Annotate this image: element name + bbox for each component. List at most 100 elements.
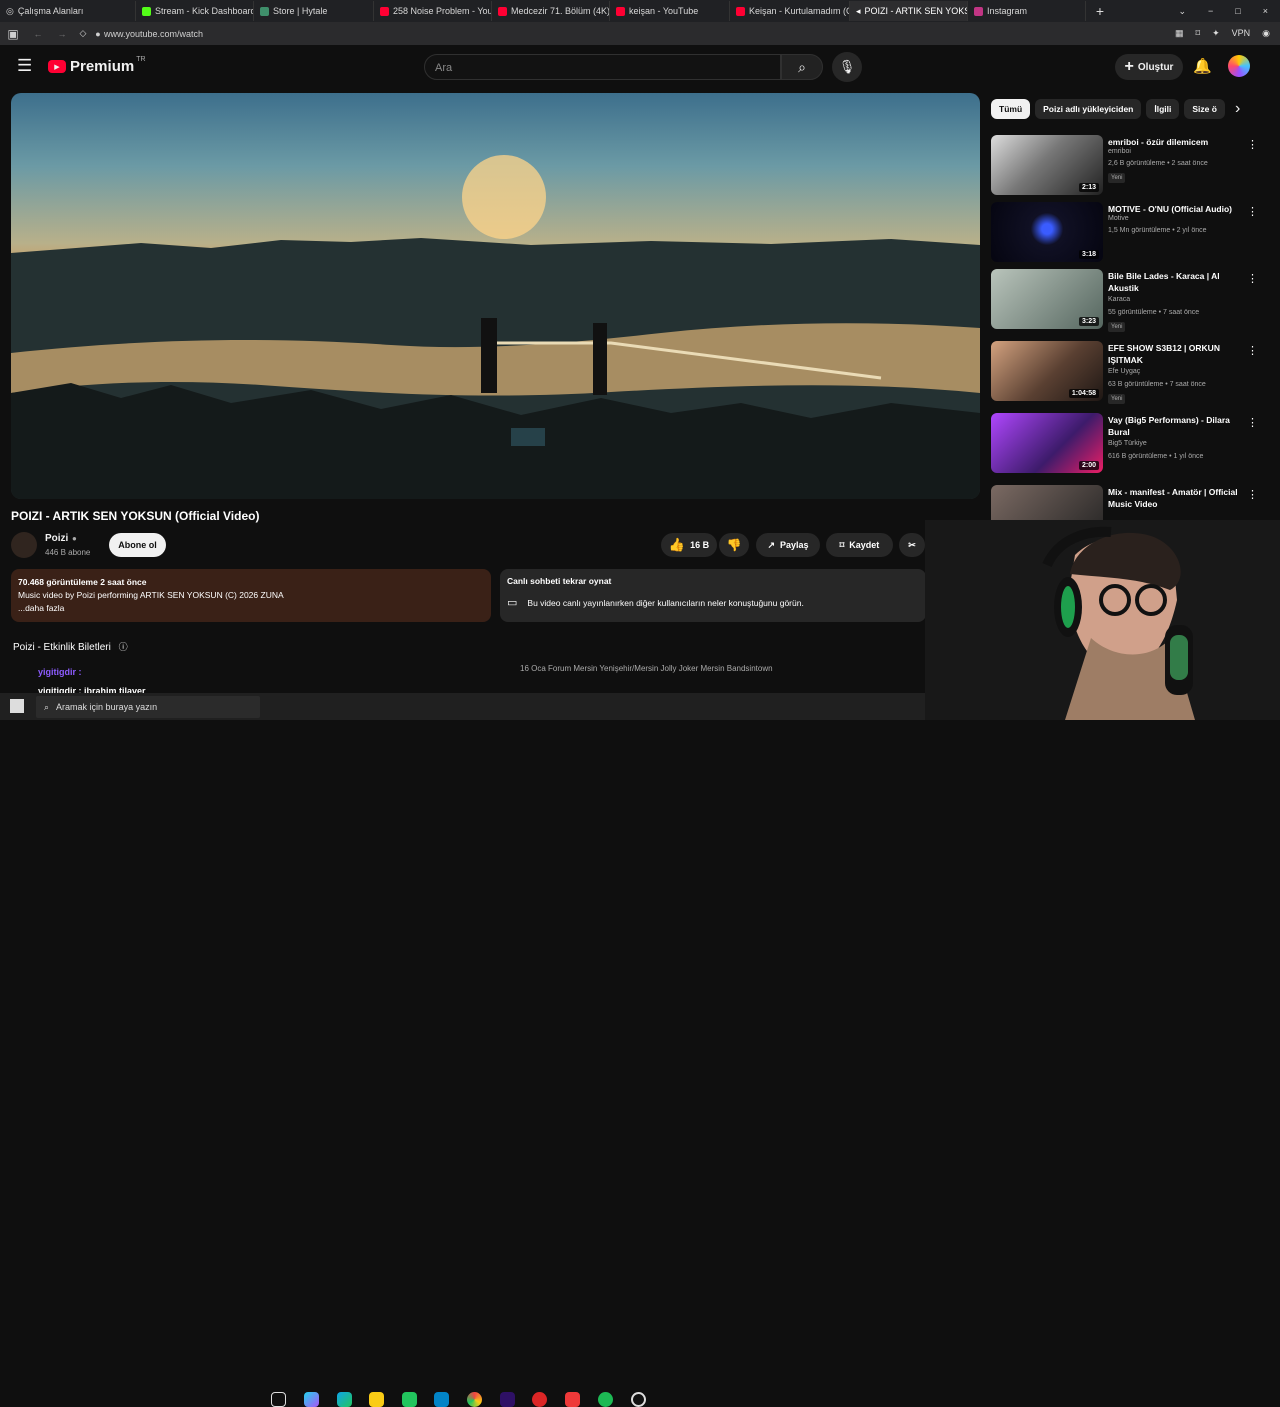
tab-noise[interactable]: 258 Noise Problem - YouTu <box>374 1 492 21</box>
spotify-icon[interactable] <box>598 1392 613 1407</box>
recommendation-item[interactable]: 3:18 MOTIVE - O'NU (Official Audio) Moti… <box>991 202 1261 262</box>
channel-name[interactable]: Motive <box>1108 215 1129 222</box>
outlook-icon[interactable] <box>434 1392 449 1407</box>
live-chat-replay[interactable]: Canlı sohbeti tekrar oynat ▭ Bu video can… <box>500 569 926 622</box>
new-tab-button[interactable]: + <box>1086 3 1114 19</box>
chip-uploader[interactable]: Poizi adlı yükleyiciden <box>1035 98 1142 119</box>
tab-kurtulamadim[interactable]: Keişan - Kurtulamadım (Of <box>730 1 850 21</box>
obs-icon[interactable] <box>631 1392 646 1407</box>
more-vert-icon[interactable]: ⋮ <box>1247 138 1258 151</box>
tab-medcezir[interactable]: Medcezir 71. Bölüm (4K) - <box>492 1 610 21</box>
close-icon[interactable]: × <box>1263 6 1268 17</box>
channel-name[interactable]: Karaca <box>1108 296 1130 303</box>
more-vert-icon[interactable]: ⋮ <box>1247 205 1258 218</box>
tab-stream[interactable]: Stream - Kick Dashboard <box>136 1 254 21</box>
channel-name[interactable]: Poizi <box>45 533 68 544</box>
minimize-icon[interactable]: − <box>1208 6 1213 17</box>
more-vert-icon[interactable]: ⋮ <box>1247 272 1258 285</box>
video-thumbnail[interactable] <box>991 485 1103 523</box>
youtube-icon <box>736 6 745 16</box>
share-button[interactable]: ↗ Paylaş <box>756 533 820 557</box>
show-more[interactable]: ...daha fazla <box>18 602 484 615</box>
channel-name[interactable]: Efe Uygaç <box>1108 368 1140 375</box>
premiere-icon[interactable] <box>500 1392 515 1407</box>
store-icon[interactable] <box>402 1392 417 1407</box>
channel-name[interactable]: emriboi <box>1108 148 1131 155</box>
video-thumbnail[interactable]: 3:18 <box>991 202 1103 262</box>
duration-badge: 1:04:58 <box>1068 389 1099 398</box>
recommendation-item[interactable]: 1:04:58 EFE SHOW S3B12 | ORKUN IŞITMAK E… <box>991 341 1261 404</box>
event-row[interactable]: 16 Oca Forum Mersin Yenişehir/Mersin Jol… <box>520 664 880 673</box>
forward-icon[interactable]: → <box>50 29 74 39</box>
speaker-icon: ◂ <box>856 5 861 16</box>
channel-name[interactable]: Big5 Türkiye <box>1108 440 1147 447</box>
recommendation-item[interactable]: Mix - manifest - Amatör | Official Music… <box>991 485 1261 523</box>
tab-keisan[interactable]: keişan - YouTube <box>610 1 730 21</box>
tab-poizi[interactable]: ◂POIZI - ARTIK SEN YOKSUN <box>850 1 968 21</box>
clip-button[interactable]: ✂ <box>899 533 925 557</box>
site-icon: ◇ <box>79 28 87 38</box>
tab-workspaces[interactable]: ◎ Çalışma Alanları <box>0 1 136 21</box>
start-icon[interactable] <box>10 699 24 713</box>
recommendation-title[interactable]: emriboi - özür dilemicem <box>1108 136 1248 148</box>
chip-all[interactable]: Tümü <box>991 98 1031 119</box>
profile-icon[interactable]: ◉ <box>1262 28 1270 39</box>
search-input[interactable]: Ara <box>424 54 781 80</box>
chevron-right-icon[interactable]: › <box>1235 100 1240 118</box>
chrome-icon[interactable] <box>467 1392 482 1407</box>
maximize-icon[interactable]: □ <box>1235 6 1240 17</box>
notifications-icon[interactable]: 🔔 <box>1193 57 1212 75</box>
opera-icon[interactable] <box>532 1392 547 1407</box>
video-thumbnail[interactable]: 1:04:58 <box>991 341 1103 401</box>
url-field[interactable]: www.youtube.com/watch <box>104 29 1004 39</box>
recommendation-title[interactable]: EFE SHOW S3B12 | ORKUN IŞITMAK <box>1108 342 1248 366</box>
reader-icon[interactable]: ▦ <box>1175 28 1184 39</box>
more-vert-icon[interactable]: ⋮ <box>1247 488 1258 501</box>
dislike-button[interactable]: 👎 <box>719 533 749 557</box>
more-vert-icon[interactable]: ⋮ <box>1247 416 1258 429</box>
sidebar-icon[interactable]: ▣ <box>0 27 26 41</box>
copilot-icon[interactable] <box>304 1392 319 1407</box>
recommendation-title[interactable]: MOTIVE - O'NU (Official Audio) <box>1108 203 1248 215</box>
more-vert-icon[interactable]: ⋮ <box>1247 344 1258 357</box>
scissors-icon: ✂ <box>908 539 916 550</box>
avatar[interactable] <box>1228 55 1250 77</box>
subscribe-button[interactable]: Abone ol <box>109 533 166 557</box>
extension-icon[interactable]: ✦ <box>1212 28 1220 39</box>
youtube-logo[interactable]: ▶ Premium TR <box>48 56 148 75</box>
create-button[interactable]: + Oluştur <box>1115 54 1183 80</box>
recommendation-title[interactable]: Mix - manifest - Amatör | Official Music… <box>1108 486 1248 510</box>
save-button[interactable]: ⌑ Kaydet <box>826 533 893 557</box>
vivaldi-icon[interactable] <box>565 1392 580 1407</box>
video-thumbnail[interactable]: 3:23 <box>991 269 1103 329</box>
bookmark-icon[interactable]: ⌑ <box>1195 28 1200 39</box>
chip-for-you[interactable]: Size ö <box>1184 98 1225 119</box>
edge-icon[interactable] <box>337 1392 352 1407</box>
events-section: Poizi - Etkinlik Biletleri ⓘ 16 Oca Foru… <box>13 640 773 673</box>
recommendation-title[interactable]: Bile Bile Lades - Karaca | Al Akustik <box>1108 270 1248 294</box>
task-view-icon[interactable] <box>271 1392 286 1407</box>
back-icon[interactable]: ← <box>26 29 50 39</box>
search-button[interactable]: ⌕ <box>781 54 823 80</box>
recommendation-title[interactable]: Vay (Big5 Performans) - Dilara Bural <box>1108 414 1248 438</box>
folder-icon[interactable] <box>369 1392 384 1407</box>
taskbar-search-field[interactable]: ⌕ Aramak için buraya yazın <box>36 696 260 718</box>
like-button[interactable]: 👍 16 B <box>661 533 717 557</box>
vpn-icon[interactable]: VPN <box>1232 28 1251 39</box>
chevron-down-icon[interactable]: ⌄ <box>1178 6 1186 17</box>
channel-avatar[interactable] <box>11 532 37 558</box>
tab-instagram[interactable]: Instagram <box>968 1 1086 21</box>
video-thumbnail[interactable]: 2:13 <box>991 135 1103 195</box>
voice-search-button[interactable]: 🎙 <box>832 52 862 82</box>
video-thumbnail[interactable]: 2:00 <box>991 413 1103 473</box>
menu-icon[interactable]: ☰ <box>17 57 32 74</box>
description-box[interactable]: 70.468 görüntüleme 2 saat önce Music vid… <box>11 569 491 622</box>
info-icon[interactable]: ⓘ <box>119 642 128 652</box>
recommendations: Tümü Poizi adlı yükleyiciden İlgili Size… <box>991 98 1271 523</box>
video-player[interactable] <box>11 93 980 499</box>
tab-hytale[interactable]: Store | Hytale <box>254 1 374 21</box>
chip-related[interactable]: İlgili <box>1146 98 1180 119</box>
recommendation-item[interactable]: 3:23 Bile Bile Lades - Karaca | Al Akust… <box>991 269 1261 332</box>
recommendation-item[interactable]: 2:13 emriboi - özür dilemicem emriboi 2,… <box>991 135 1261 195</box>
recommendation-item[interactable]: 2:00 Vay (Big5 Performans) - Dilara Bura… <box>991 413 1261 473</box>
